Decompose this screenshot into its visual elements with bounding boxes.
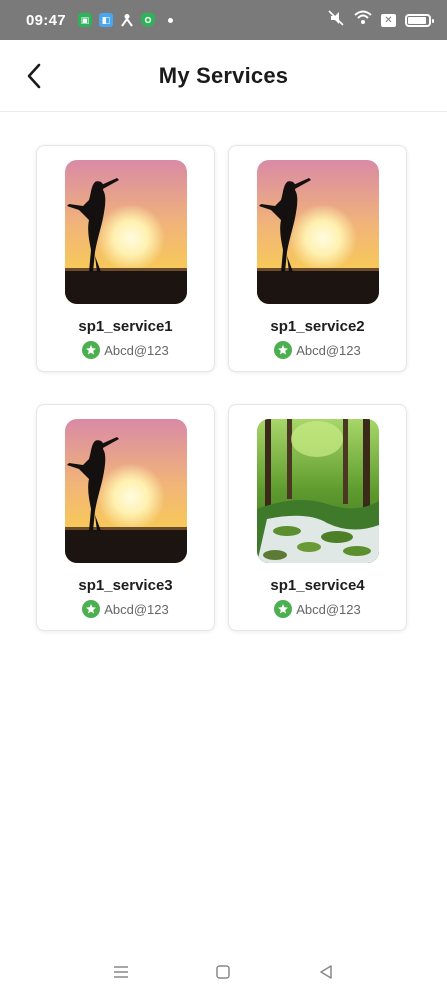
star-badge-icon: [82, 600, 101, 618]
shield-icon: [140, 13, 155, 27]
back-triangle-icon[interactable]: [314, 960, 338, 984]
service-name: sp1_service1: [78, 318, 173, 335]
service-image-sunset: [65, 419, 187, 563]
service-owner: Abcd@123: [37, 341, 214, 359]
service-card[interactable]: sp1_service2 Abcd@123: [228, 145, 407, 372]
back-button[interactable]: [18, 60, 50, 92]
owner-name: Abcd@123: [104, 342, 169, 358]
menu-icon[interactable]: [109, 960, 133, 984]
app-header: My Services: [0, 40, 447, 112]
page-title: My Services: [158, 62, 289, 88]
service-name: sp1_service3: [78, 577, 173, 594]
owner-name: Abcd@123: [296, 342, 361, 358]
service-owner: Abcd@123: [229, 600, 406, 618]
person-icon: [120, 13, 134, 27]
notification-app-icon: ▣: [77, 13, 92, 27]
service-owner: Abcd@123: [229, 341, 406, 359]
wifi-icon: [354, 10, 372, 30]
chevron-left-icon: [27, 63, 41, 89]
status-right-icons: ✕: [327, 9, 434, 31]
x-box-icon: ✕: [381, 13, 396, 27]
owner-name: Abcd@123: [104, 601, 169, 617]
service-name: sp1_service2: [270, 318, 365, 335]
service-image-forest: [257, 419, 379, 563]
notification-dot: [167, 17, 173, 23]
blue-app-icon: ◧: [98, 13, 113, 27]
battery-fill: [408, 16, 426, 24]
service-image-sunset: [257, 160, 379, 304]
service-image-sunset: [65, 160, 187, 304]
status-bar: 09:47 ▣ ◧ ✕: [0, 0, 447, 40]
mute-icon: [327, 9, 345, 31]
service-name: sp1_service4: [270, 577, 365, 594]
star-badge-icon: [274, 600, 293, 618]
status-time: 09:47: [26, 11, 66, 29]
battery-icon: [405, 13, 434, 27]
status-left-icons: ▣ ◧: [77, 13, 173, 27]
system-navbar: [0, 950, 447, 994]
service-card[interactable]: sp1_service1 Abcd@123: [36, 145, 215, 372]
owner-name: Abcd@123: [296, 601, 361, 617]
home-square-icon[interactable]: [211, 960, 235, 984]
service-owner: Abcd@123: [37, 600, 214, 618]
service-card[interactable]: sp1_service4 Abcd@123: [228, 404, 407, 631]
star-badge-icon: [274, 341, 293, 359]
service-card[interactable]: sp1_service3 Abcd@123: [36, 404, 215, 631]
star-badge-icon: [82, 341, 101, 359]
